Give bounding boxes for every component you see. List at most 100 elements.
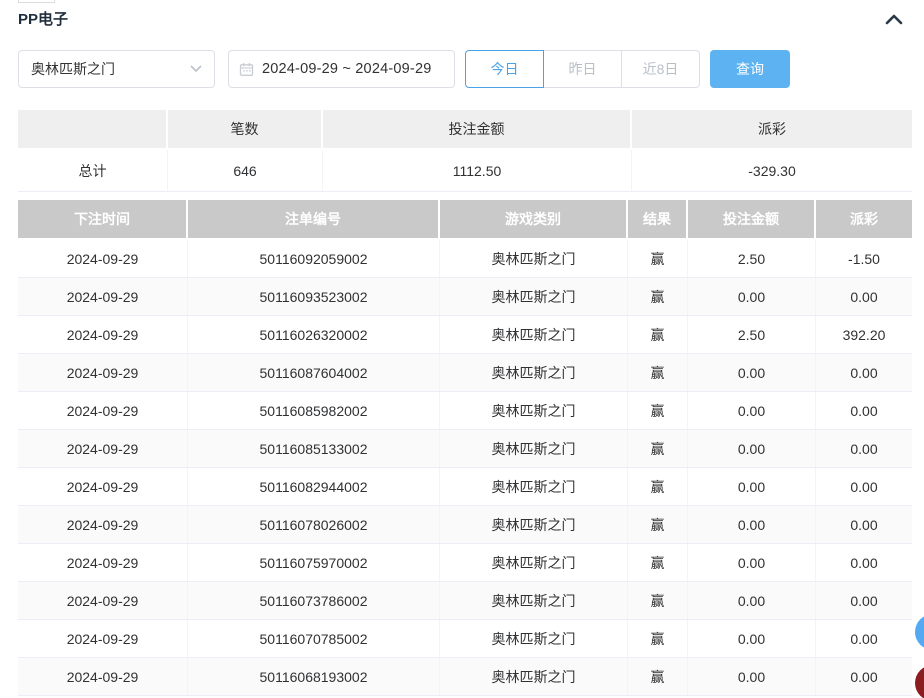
summary-table-header: 笔数 投注金额 派彩 [18, 110, 912, 148]
table-row: 2024-09-29 50116085133002 奥林匹斯之门 赢 0.00 … [18, 430, 912, 468]
cell-bet-time: 2024-09-29 [18, 240, 188, 277]
summary-header-bet-amount: 投注金额 [323, 110, 632, 148]
cell-bet-amount: 0.00 [688, 278, 816, 315]
game-select[interactable]: 奥林匹斯之门 [18, 50, 215, 88]
table-row: 2024-09-29 50116093523002 奥林匹斯之门 赢 0.00 … [18, 278, 912, 316]
cell-order-no: 50116070785002 [188, 620, 440, 657]
table-row: 2024-09-29 50116070785002 奥林匹斯之门 赢 0.00 … [18, 620, 912, 658]
cell-result: 赢 [628, 430, 688, 467]
calendar-icon [239, 62, 254, 77]
cell-bet-time: 2024-09-29 [18, 658, 188, 695]
cell-bet-time: 2024-09-29 [18, 430, 188, 467]
summary-total-label: 总计 [18, 150, 168, 191]
table-row: 2024-09-29 50116068193002 奥林匹斯之门 赢 0.00 … [18, 658, 912, 696]
cell-bet-amount: 2.50 [688, 240, 816, 277]
last-8-days-button[interactable]: 近8日 [621, 50, 700, 88]
query-button[interactable]: 查询 [710, 50, 790, 88]
cell-bet-time: 2024-09-29 [18, 392, 188, 429]
cell-bet-time: 2024-09-29 [18, 468, 188, 505]
table-row: 2024-09-29 50116075970002 奥林匹斯之门 赢 0.00 … [18, 544, 912, 582]
cell-result: 赢 [628, 468, 688, 505]
records-table: 下注时间 注单编号 游戏类别 结果 投注金额 派彩 2024-09-29 501… [18, 200, 912, 696]
records-header-order-no: 注单编号 [188, 200, 440, 238]
table-row: 2024-09-29 50116092059002 奥林匹斯之门 赢 2.50 … [18, 240, 912, 278]
table-row: 2024-09-29 50116087604002 奥林匹斯之门 赢 0.00 … [18, 354, 912, 392]
summary-total-bet-amount: 1112.50 [323, 150, 632, 191]
date-range-input[interactable]: 2024-09-29 ~ 2024-09-29 [228, 50, 455, 88]
cell-game-category: 奥林匹斯之门 [440, 620, 628, 657]
summary-header-blank [18, 110, 168, 148]
cell-payout: 0.00 [850, 288, 878, 305]
records-panel: PP电子 奥林匹斯之门 2024-09-29 ~ 2024-09-29 今日 昨… [0, 0, 924, 698]
quick-range-button-group: 今日 昨日 近8日 [465, 50, 700, 88]
cell-payout: 0.00 [850, 402, 878, 419]
cell-result: 赢 [628, 278, 688, 315]
cell-game-category: 奥林匹斯之门 [440, 430, 628, 467]
cell-result: 赢 [628, 392, 688, 429]
cell-game-category: 奥林匹斯之门 [440, 392, 628, 429]
cell-result: 赢 [628, 544, 688, 581]
cell-game-category: 奥林匹斯之门 [440, 582, 628, 619]
cell-bet-time: 2024-09-29 [18, 278, 188, 315]
cell-order-no: 50116082944002 [188, 468, 440, 505]
cell-payout: 0.00 [850, 630, 878, 647]
cell-game-category: 奥林匹斯之门 [440, 278, 628, 315]
cell-bet-time: 2024-09-29 [18, 316, 188, 353]
cell-bet-amount: 0.00 [688, 658, 816, 695]
cell-result: 赢 [628, 620, 688, 657]
cell-order-no: 50116026320002 [188, 316, 440, 353]
records-header-result: 结果 [628, 200, 688, 238]
summary-total-payout: -329.30 [748, 162, 796, 179]
summary-total-row: 总计 646 1112.50 -329.30 [18, 150, 912, 192]
cell-payout: 0.00 [850, 364, 878, 381]
cell-result: 赢 [628, 316, 688, 353]
cell-order-no: 50116087604002 [188, 354, 440, 391]
today-button[interactable]: 今日 [465, 50, 544, 88]
cell-bet-amount: 2.50 [688, 316, 816, 353]
cell-payout: 0.00 [850, 554, 878, 571]
cell-order-no: 50116085982002 [188, 392, 440, 429]
table-row: 2024-09-29 50116073786002 奥林匹斯之门 赢 0.00 … [18, 582, 912, 620]
cell-order-no: 50116093523002 [188, 278, 440, 315]
records-table-header: 下注时间 注单编号 游戏类别 结果 投注金额 派彩 [18, 200, 912, 238]
summary-header-count: 笔数 [168, 110, 323, 148]
cell-order-no: 50116078026002 [188, 506, 440, 543]
cell-bet-amount: 0.00 [688, 620, 816, 657]
cell-bet-time: 2024-09-29 [18, 354, 188, 391]
cell-payout: -1.50 [848, 250, 880, 267]
cell-result: 赢 [628, 240, 688, 277]
cell-bet-time: 2024-09-29 [18, 620, 188, 657]
game-select-value: 奥林匹斯之门 [31, 61, 115, 77]
summary-header-payout: 派彩 [758, 121, 786, 137]
cell-order-no: 50116068193002 [188, 658, 440, 695]
cell-game-category: 奥林匹斯之门 [440, 468, 628, 505]
cutoff-element-sliver [18, 0, 55, 3]
chevron-up-icon [884, 12, 904, 26]
floating-service-button-blue[interactable] [915, 614, 924, 650]
cell-result: 赢 [628, 582, 688, 619]
collapse-panel-button[interactable] [882, 9, 906, 29]
yesterday-button[interactable]: 昨日 [543, 50, 622, 88]
date-range-value: 2024-09-29 ~ 2024-09-29 [262, 61, 432, 77]
cell-payout: 0.00 [850, 668, 878, 685]
summary-total-count: 646 [168, 150, 323, 191]
cell-payout: 0.00 [850, 478, 878, 495]
cell-payout: 0.00 [850, 440, 878, 457]
cell-game-category: 奥林匹斯之门 [440, 240, 628, 277]
table-row: 2024-09-29 50116026320002 奥林匹斯之门 赢 2.50 … [18, 316, 912, 354]
cell-bet-time: 2024-09-29 [18, 506, 188, 543]
cell-result: 赢 [628, 658, 688, 695]
summary-table: 笔数 投注金额 派彩 总计 646 1112.50 -329.30 [18, 110, 912, 192]
table-row: 2024-09-29 50116078026002 奥林匹斯之门 赢 0.00 … [18, 506, 912, 544]
records-header-payout: 派彩 [850, 211, 878, 227]
floating-service-button-red[interactable] [915, 665, 924, 698]
cell-game-category: 奥林匹斯之门 [440, 544, 628, 581]
cell-bet-time: 2024-09-29 [18, 544, 188, 581]
cell-game-category: 奥林匹斯之门 [440, 658, 628, 695]
cell-bet-amount: 0.00 [688, 430, 816, 467]
cell-bet-amount: 0.00 [688, 392, 816, 429]
table-row: 2024-09-29 50116085982002 奥林匹斯之门 赢 0.00 … [18, 392, 912, 430]
cell-payout: 0.00 [850, 516, 878, 533]
cell-bet-amount: 0.00 [688, 354, 816, 391]
cell-game-category: 奥林匹斯之门 [440, 316, 628, 353]
